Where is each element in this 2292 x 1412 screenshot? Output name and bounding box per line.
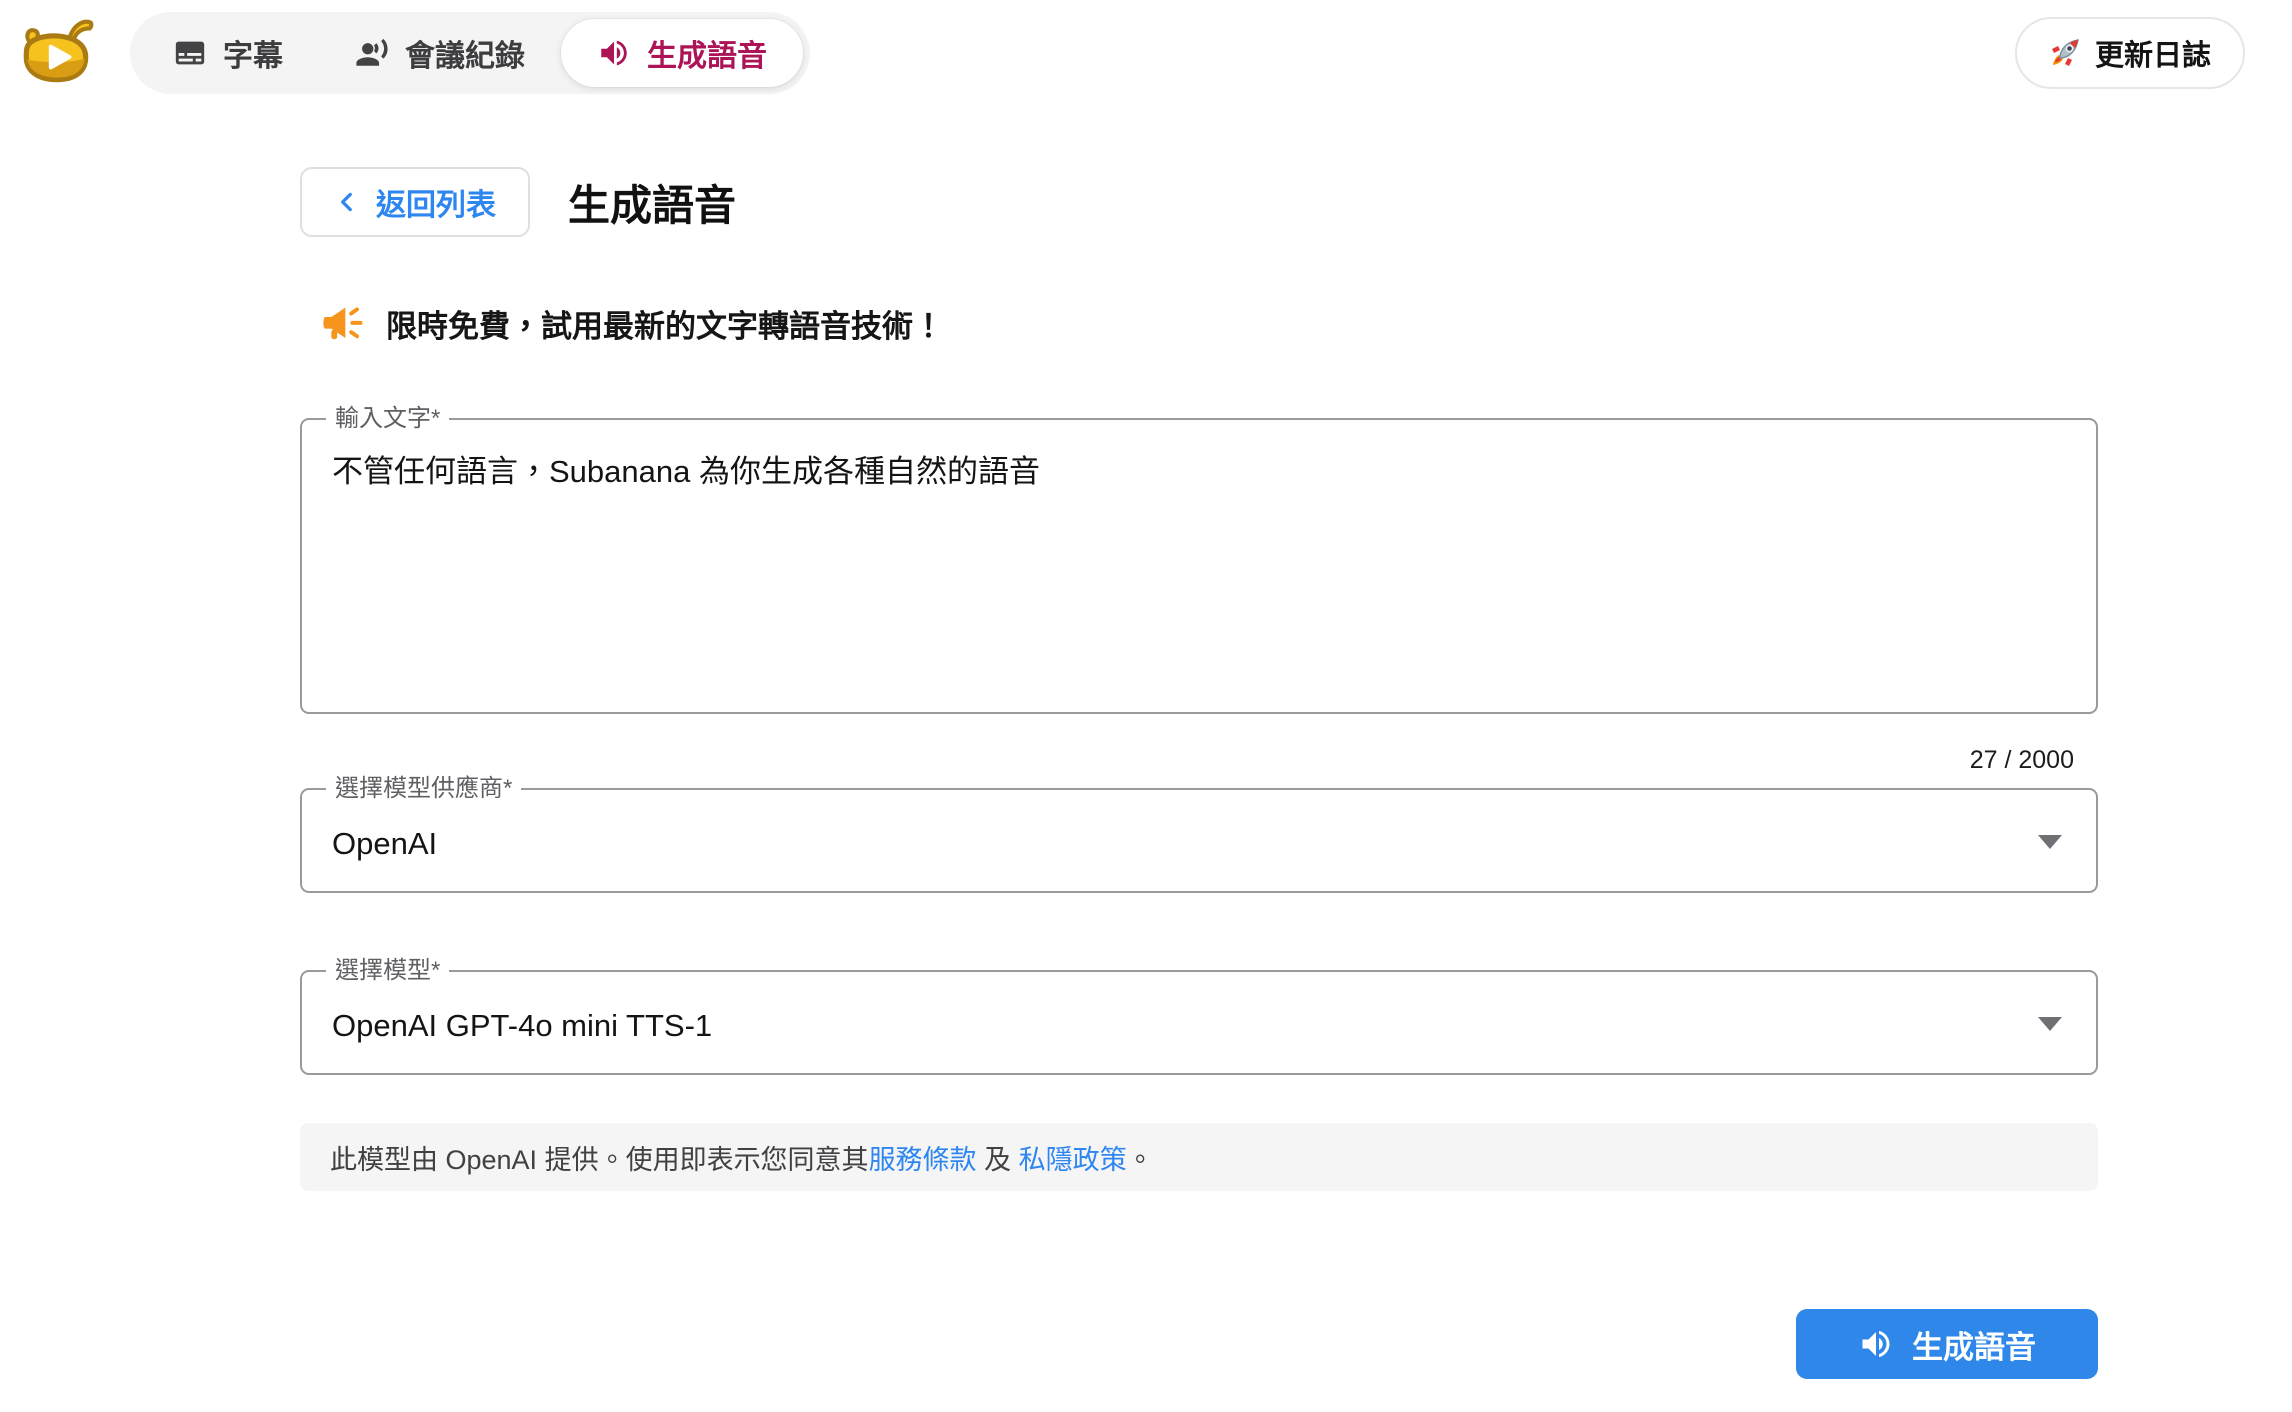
provider-select-label: 選擇模型供應商*: [326, 774, 521, 804]
generate-speech-button[interactable]: 生成語音: [1796, 1309, 2098, 1379]
model-disclaimer: 此模型由 OpenAI 提供。使用即表示您同意其服務條款 及 私隱政策。: [300, 1123, 2098, 1191]
char-counter: 27 / 2000: [300, 744, 2098, 776]
top-bar: 字幕 會議紀錄 生成語音 更新日誌: [0, 0, 2292, 105]
voice-over-icon: [355, 36, 389, 70]
subtitles-icon: [173, 36, 207, 70]
model-select-value: OpenAI GPT-4o mini TTS-1: [302, 972, 2096, 1044]
nav-tab-group: 字幕 會議紀錄 生成語音: [130, 12, 810, 94]
disclaimer-suffix: 。: [1127, 1145, 1154, 1175]
back-button-label: 返回列表: [376, 180, 496, 224]
text-input-label: 輸入文字*: [326, 404, 449, 434]
tab-meeting-notes[interactable]: 會議紀錄: [319, 19, 561, 87]
tab-meeting-notes-label: 會議紀錄: [405, 31, 525, 75]
changelog-label: 更新日誌: [2095, 32, 2211, 74]
changelog-button[interactable]: 更新日誌: [2015, 17, 2245, 89]
terms-of-service-link[interactable]: 服務條款: [869, 1145, 977, 1175]
rocket-icon: [2049, 37, 2081, 69]
generate-speech-label: 生成語音: [1912, 1322, 2036, 1367]
announcement-banner: 限時免費，試用最新的文字轉語音技術！: [322, 301, 2098, 346]
app-logo-banana-icon[interactable]: [16, 12, 98, 94]
dropdown-arrow-icon: [2038, 1017, 2062, 1031]
model-select[interactable]: 選擇模型* OpenAI GPT-4o mini TTS-1: [300, 970, 2098, 1075]
privacy-policy-link[interactable]: 私隱政策: [1019, 1145, 1127, 1175]
tab-generate-speech[interactable]: 生成語音: [561, 19, 803, 87]
text-input[interactable]: 輸入文字* 不管任何語言，Subanana 為你生成各種自然的語音: [300, 418, 2098, 714]
tab-subtitles[interactable]: 字幕: [137, 19, 319, 87]
title-row: 返回列表 生成語音: [300, 167, 2098, 237]
main-content: 返回列表 生成語音 限時免費，試用最新的文字轉語音技術！ 輸入文字* 不管任何語…: [300, 167, 2098, 1379]
tab-generate-speech-label: 生成語音: [647, 31, 767, 75]
provider-select-value: OpenAI: [302, 790, 2096, 862]
text-input-value: 不管任何語言，Subanana 為你生成各種自然的語音: [302, 420, 2096, 525]
chevron-left-icon: [334, 189, 360, 215]
action-row: 生成語音: [300, 1309, 2098, 1379]
tab-subtitles-label: 字幕: [223, 31, 283, 75]
announcement-text: 限時免費，試用最新的文字轉語音技術！: [386, 301, 944, 346]
back-to-list-button[interactable]: 返回列表: [300, 167, 530, 237]
provider-select[interactable]: 選擇模型供應商* OpenAI: [300, 788, 2098, 893]
speaker-icon: [1858, 1326, 1894, 1362]
disclaimer-conjunction: 及: [977, 1145, 1019, 1175]
model-select-label: 選擇模型*: [326, 956, 449, 986]
dropdown-arrow-icon: [2038, 835, 2062, 849]
disclaimer-prefix: 此模型由 OpenAI 提供。使用即表示您同意其: [330, 1145, 869, 1175]
page-title: 生成語音: [568, 172, 736, 233]
speaker-icon: [597, 36, 631, 70]
megaphone-icon: [322, 303, 364, 345]
